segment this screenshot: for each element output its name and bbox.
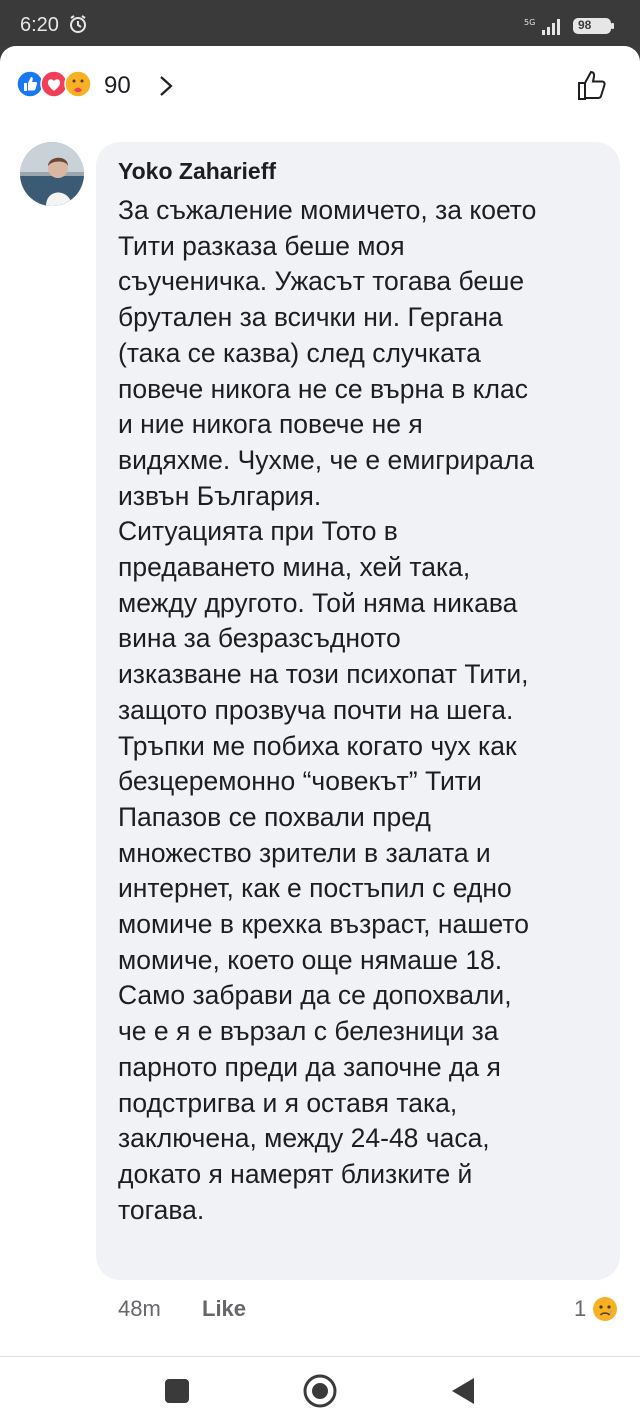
comment-line: За съжаление момичето, за което bbox=[118, 195, 537, 225]
comment-reaction-count[interactable]: 1 bbox=[574, 1296, 586, 1322]
signal-5g-icon: 5G bbox=[524, 18, 560, 35]
comment-line: (така се казва) след случката bbox=[118, 337, 481, 368]
battery-level: 98 bbox=[578, 18, 592, 32]
like-button[interactable]: Like bbox=[202, 1296, 246, 1322]
comment-line: момиче, което още нямаше 18. bbox=[118, 944, 503, 975]
network-label: 5G bbox=[524, 18, 535, 27]
comment-line: брутален за всички ни. Гергана bbox=[118, 302, 503, 333]
comment-line: Ситуацията при Тото в bbox=[118, 516, 398, 547]
reaction-count: 90 bbox=[104, 72, 131, 99]
avatar[interactable] bbox=[20, 142, 84, 206]
home-icon[interactable] bbox=[302, 1373, 338, 1409]
comment-line: вина за безразсъдното bbox=[118, 623, 401, 654]
comment-line: предаването мина, хей така, bbox=[118, 552, 471, 583]
comment-line: тогава. bbox=[118, 1194, 205, 1225]
comment-line: множество зрители в залата и bbox=[118, 837, 491, 868]
comment-line: Папазов се похвали пред bbox=[118, 801, 431, 832]
alarm-clock-icon bbox=[70, 15, 86, 33]
back-icon[interactable] bbox=[448, 1375, 478, 1407]
comment-line: подстригва и я оставя така, bbox=[118, 1087, 458, 1118]
recent-apps-icon[interactable] bbox=[165, 1379, 189, 1403]
comment-line: Тръпки ме побиха когато чух как bbox=[118, 730, 517, 761]
status-bar: 6:20 5G 98 bbox=[0, 0, 640, 46]
comment-line: момиче в крехка възраст, нашето bbox=[118, 909, 529, 940]
sad-icon bbox=[593, 1297, 617, 1321]
like-outline-icon[interactable] bbox=[574, 68, 610, 104]
comment-line: интернет, как е постъпил с едно bbox=[118, 873, 512, 904]
comment-line: съученичка. Ужасът тогава беше bbox=[118, 266, 525, 297]
chevron-right-icon bbox=[160, 76, 173, 96]
comment-time: 48m bbox=[118, 1296, 161, 1321]
comment-line: Само забрави да се допохвали, bbox=[118, 980, 512, 1011]
comment-line: и ние никога повече не я bbox=[118, 409, 423, 440]
comment-line: защото прозвуча почти на шега. bbox=[118, 694, 514, 725]
comment-line: видяхме. Чухме, че е емигрирала bbox=[118, 444, 535, 475]
comment-line: докато я намерят близките й bbox=[118, 1158, 473, 1189]
comment-line: повече никога не се върна в клас bbox=[118, 373, 528, 404]
comment-line: че е я е вързал с белезници за bbox=[118, 1016, 499, 1047]
comment-line: извън България. bbox=[118, 480, 322, 511]
comment-line: изказване на този психопат Тити, bbox=[118, 659, 529, 690]
comment-line: между другото. Той няма никава bbox=[118, 587, 518, 618]
system-nav-bar bbox=[0, 1356, 640, 1426]
comment-text: За съжаление момичето, за което Тити разк… bbox=[118, 193, 614, 1228]
status-time: 6:20 bbox=[20, 14, 59, 36]
care-icon bbox=[64, 70, 92, 98]
comment-author[interactable]: Yoko Zaharieff bbox=[118, 158, 276, 185]
comment-line: безцеремонно “човекът” Тити bbox=[118, 766, 482, 797]
comment-line: парното преди да започне да я bbox=[118, 1051, 501, 1082]
comment-line: Тити разказа беше моя bbox=[118, 230, 405, 261]
comment-line: заключена, между 24-48 часа, bbox=[118, 1123, 490, 1154]
